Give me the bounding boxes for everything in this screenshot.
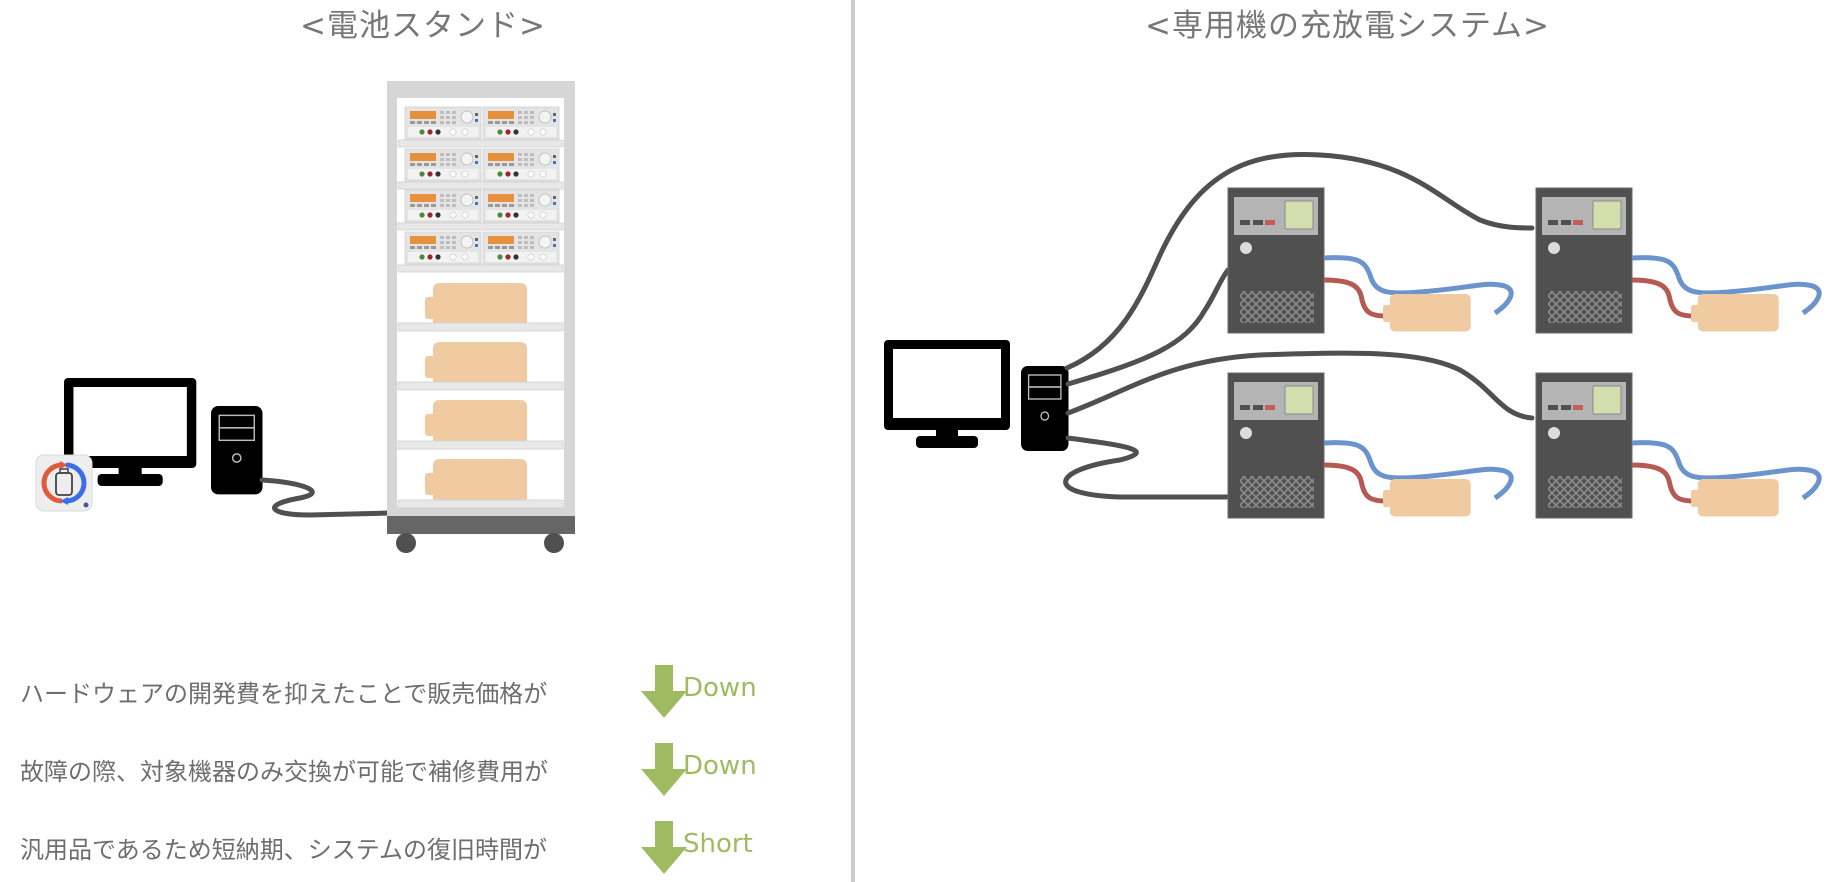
benefit-row: ハードウェアの開発費を抑えたことで販売価格が Down [20, 665, 780, 718]
benefit-text: ハードウェアの開発費を抑えたことで販売価格が [20, 680, 548, 708]
rack-wheel [396, 533, 416, 553]
charger-unit [1227, 372, 1514, 519]
charge-discharge-instrument [482, 106, 560, 140]
benefit-text: 汎用品であるため短納期、システムの復旧時間が [20, 836, 548, 864]
right-pc-tower [1020, 365, 1070, 452]
benefit-text: 故障の際、対象機器のみ交換が可能で補修費用が [20, 758, 548, 786]
battery-stand-rack [387, 81, 575, 553]
battery [1383, 479, 1471, 517]
battery [1691, 479, 1779, 517]
down-arrow-icon [641, 743, 687, 796]
down-arrow-icon [641, 665, 687, 718]
charger-unit [1535, 372, 1822, 519]
right-monitor [884, 340, 1010, 448]
charger-unit [1227, 187, 1514, 334]
charge-discharge-instrument [404, 189, 482, 223]
benefit-result: Down [683, 673, 757, 703]
benefit-result: Down [683, 751, 757, 781]
battery [1383, 294, 1471, 332]
charger-unit [1535, 187, 1822, 334]
charge-discharge-instrument [482, 148, 560, 182]
down-arrow-icon [641, 821, 687, 874]
charge-discharge-instrument [404, 231, 482, 265]
battery [1691, 294, 1779, 332]
charge-discharge-instrument [404, 148, 482, 182]
benefit-row: 故障の際、対象機器のみ交換が可能で補修費用が Down [20, 743, 780, 796]
charge-discharge-instrument [404, 106, 482, 140]
left-pc-tower [210, 405, 264, 496]
benefit-row: 汎用品であるため短納期、システムの復旧時間が Short [20, 821, 780, 874]
battery-app-icon [35, 454, 93, 512]
rack-wheel [544, 533, 564, 553]
left-pc-to-rack-cable [259, 477, 393, 518]
benefit-result: Short [683, 829, 753, 859]
charge-discharge-instrument [482, 189, 560, 223]
charge-discharge-instrument [482, 231, 560, 265]
